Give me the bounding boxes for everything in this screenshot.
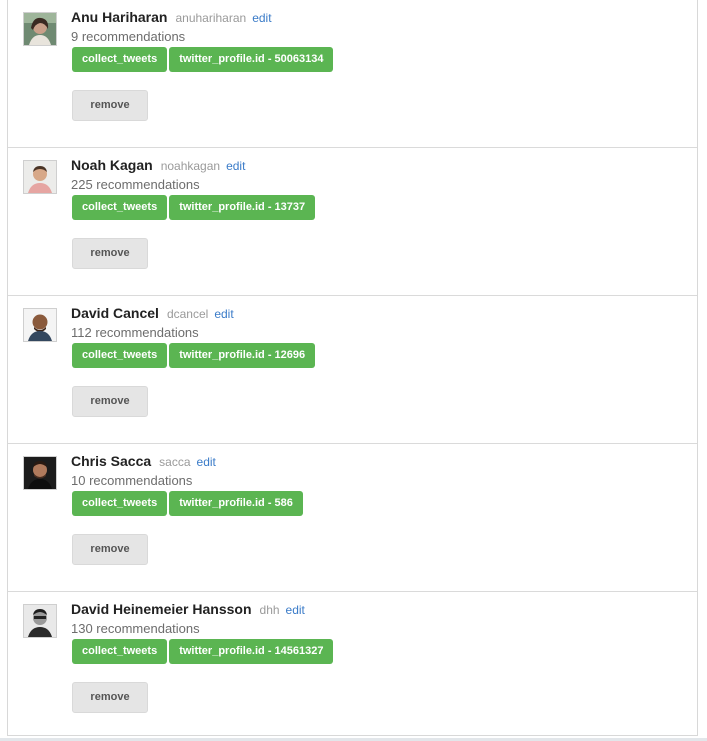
user-handle: anuhariharan	[175, 11, 247, 25]
recommendation-count: 112 recommendations	[71, 325, 199, 340]
tag-twitter-profile-id[interactable]: twitter_profile.id - 12696	[169, 343, 316, 368]
user-row: David Heinemeier Hansson dhh edit 130 reco…	[8, 592, 697, 740]
user-handle: dcancel	[166, 307, 209, 321]
tag-collect-tweets[interactable]: collect_tweets	[72, 47, 168, 72]
user-name: Anu Hariharan	[71, 9, 168, 25]
user-row: Anu Hariharan anuhariharan edit 9 recommen…	[8, 0, 697, 148]
tag-list: collect_tweets twitter_profile.id - 50063…	[72, 47, 335, 72]
user-name: David Heinemeier Hansson	[71, 601, 252, 617]
tag-list: collect_tweets twitter_profile.id - 14561…	[72, 639, 335, 664]
user-list: Anu Hariharan anuhariharan edit 9 recommen…	[7, 0, 698, 736]
tag-collect-tweets[interactable]: collect_tweets	[72, 639, 168, 664]
tag-twitter-profile-id[interactable]: twitter_profile.id - 14561327	[169, 639, 334, 664]
user-row: Noah Kagan noahkagan edit 225 recommendati…	[8, 148, 697, 296]
remove-button[interactable]: remove	[72, 386, 148, 417]
name-line: Chris Sacca sacca edit	[71, 452, 216, 471]
user-handle: sacca	[159, 455, 191, 469]
recommendation-count: 130 recommendations	[71, 621, 200, 636]
edit-link[interactable]: edit	[226, 159, 245, 173]
recommendation-count: 225 recommendations	[71, 177, 200, 192]
tag-twitter-profile-id[interactable]: twitter_profile.id - 13737	[169, 195, 316, 220]
name-line: Noah Kagan noahkagan edit	[71, 156, 245, 175]
recommendation-count: 10 recommendations	[71, 473, 193, 488]
remove-button[interactable]: remove	[72, 90, 148, 121]
user-handle: noahkagan	[160, 159, 221, 173]
remove-button[interactable]: remove	[72, 534, 148, 565]
remove-button[interactable]: remove	[72, 682, 148, 713]
user-avatar	[23, 160, 57, 194]
edit-link[interactable]: edit	[197, 455, 216, 469]
user-avatar	[23, 308, 57, 342]
user-row: Chris Sacca sacca edit 10 recommendations …	[8, 444, 697, 592]
tag-twitter-profile-id[interactable]: twitter_profile.id - 586	[169, 491, 303, 516]
user-avatar	[23, 604, 57, 638]
user-avatar	[23, 12, 57, 46]
name-line: David Heinemeier Hansson dhh edit	[71, 600, 305, 619]
tag-list: collect_tweets twitter_profile.id - 13737	[72, 195, 317, 220]
edit-link[interactable]: edit	[286, 603, 305, 617]
recommendation-count: 9 recommendations	[71, 29, 186, 44]
name-line: Anu Hariharan anuhariharan edit	[71, 8, 272, 27]
edit-link[interactable]: edit	[214, 307, 233, 321]
tag-collect-tweets[interactable]: collect_tweets	[72, 491, 168, 516]
name-line: David Cancel dcancel edit	[71, 304, 234, 323]
user-name: Chris Sacca	[71, 453, 152, 469]
tag-list: collect_tweets twitter_profile.id - 12696	[72, 343, 317, 368]
user-name: Noah Kagan	[71, 157, 153, 173]
user-handle: dhh	[259, 603, 280, 617]
tag-twitter-profile-id[interactable]: twitter_profile.id - 50063134	[169, 47, 334, 72]
user-avatar	[23, 456, 57, 490]
tag-list: collect_tweets twitter_profile.id - 586	[72, 491, 305, 516]
edit-link[interactable]: edit	[252, 11, 271, 25]
user-row: David Cancel dcancel edit 112 recommendati…	[8, 296, 697, 444]
user-name: David Cancel	[71, 305, 159, 321]
tag-collect-tweets[interactable]: collect_tweets	[72, 343, 168, 368]
remove-button[interactable]: remove	[72, 238, 148, 269]
tag-collect-tweets[interactable]: collect_tweets	[72, 195, 168, 220]
